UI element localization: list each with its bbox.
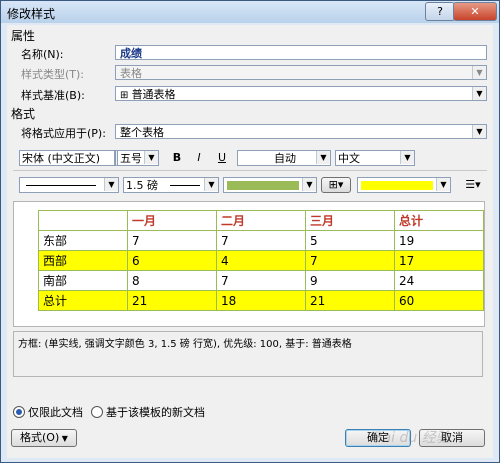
dialog-title: 修改样式 [7,7,56,21]
table-cell: 18 [215,290,306,311]
table-cell: 24 [393,270,485,291]
table-cell: 南部 [38,270,128,291]
line-width-select[interactable]: 1.5 磅 ▼ [123,177,219,193]
table-row: 总计 21 18 21 60 [38,290,485,311]
table-cell: 7 [215,270,306,291]
table-cell: 9 [304,270,395,291]
chevron-down-icon: ▼ [204,178,218,191]
font-select[interactable]: 宋体 (中文正文) [19,150,115,166]
table-header-cell: 一月 [126,210,217,231]
table-row: 南部 8 7 9 24 [38,270,485,291]
table-cell: 东部 [38,230,128,251]
table-cell: 4 [215,250,306,271]
only-this-document-radio[interactable] [13,406,25,418]
table-cell: 5 [304,230,395,251]
table-cell: 21 [126,290,217,311]
script-value: 中文 [338,152,360,165]
table-cell [38,210,128,231]
format-heading: 格式 [11,107,36,121]
cancel-button[interactable]: 取消 [419,429,485,447]
based-on-select[interactable]: ⊞ 普通表格 ▼ [115,86,487,101]
table-row: 东部 7 7 5 19 [38,230,485,251]
new-documents-radio[interactable] [91,406,103,418]
new-documents-label: 基于该模板的新文档 [106,406,205,419]
italic-button[interactable]: I [189,150,209,166]
font-color-select[interactable]: 自动 ▼ [237,150,331,166]
table-row: 西部 6 4 7 17 [38,250,485,271]
name-input[interactable]: 成绩 [115,45,487,60]
size-select[interactable]: 五号 ▼ [117,150,159,166]
apply-to-select[interactable]: 整个表格 ▼ [115,124,487,139]
properties-heading: 属性 [11,29,36,43]
dialog-body: 属性 名称(N): 成绩 样式类型(T): 表格 ▼ 样式基准(B): ⊞ 普通… [7,25,493,458]
chevron-down-icon: ▼ [302,178,316,191]
bold-button[interactable]: B [167,150,187,166]
format-menu-button[interactable]: 格式(O) ▼ [11,429,77,447]
table-cell: 总计 [38,290,128,311]
table-cell: 7 [126,230,217,251]
align-menu-icon: ☰▾ [465,178,481,191]
ok-button[interactable]: 确定 [345,429,411,447]
table-header-cell: 总计 [393,210,485,231]
size-value: 五号 [120,152,142,165]
chevron-down-icon: ▼ [59,434,68,443]
toolbar-separator [13,170,487,171]
table-cell: 17 [393,250,485,271]
border-color-swatch [227,181,299,190]
underline-button[interactable]: U [212,150,232,166]
preview-table: 一月 二月 三月 总计 东部 7 7 5 19 西部 6 4 7 17 南部 8… [38,210,485,311]
line-width-value: 1.5 磅 [126,179,158,192]
apply-to-value: 整个表格 [120,126,164,139]
alignment-button[interactable]: ☰▾ [459,177,487,193]
chevron-down-icon: ▼ [472,66,486,79]
font-value: 宋体 (中文正文) [22,152,101,165]
style-description: 方框: (单实线, 强调文字颜色 3, 1.5 磅 行宽), 优先级: 100,… [13,331,483,377]
border-grid-icon: ⊞▾ [328,178,344,191]
table-header-cell: 三月 [304,210,395,231]
line-style-select[interactable]: ▼ [19,177,119,193]
style-type-label: 样式类型(T): [21,68,85,81]
apply-to-label: 将格式应用于(P): [21,127,106,140]
font-color-value: 自动 [274,152,296,165]
table-cell: 19 [393,230,485,251]
close-button[interactable]: ✕ [453,2,497,21]
table-cell: 21 [304,290,395,311]
table-icon: ⊞ [120,90,132,101]
chevron-down-icon: ▼ [104,178,118,191]
chevron-down-icon: ▼ [472,87,486,100]
table-row: 一月 二月 三月 总计 [38,210,485,231]
line-width-sample [170,185,200,186]
chevron-down-icon: ▼ [472,125,486,138]
table-cell: 8 [126,270,217,291]
help-button[interactable]: ? [425,2,455,21]
shading-color-select[interactable]: ▼ [357,177,451,193]
table-cell: 6 [126,250,217,271]
borders-button[interactable]: ⊞▾ [321,177,351,193]
chevron-down-icon: ▼ [144,151,158,164]
border-color-select[interactable]: ▼ [223,177,317,193]
table-cell: 60 [393,290,485,311]
format-button-label: 格式(O) [20,431,60,444]
modify-style-dialog: 修改样式 ? ✕ 属性 名称(N): 成绩 样式类型(T): 表格 ▼ 样式基准… [0,0,500,463]
style-type-select[interactable]: 表格 ▼ [115,65,487,80]
name-label: 名称(N): [21,48,64,61]
chevron-down-icon: ▼ [400,151,414,164]
shading-color-swatch [361,181,433,190]
only-this-document-label: 仅限此文档 [28,406,83,419]
script-select[interactable]: 中文 ▼ [335,150,415,166]
title-bar: 修改样式 ? ✕ [1,1,499,23]
table-cell: 7 [215,230,306,251]
table-cell: 西部 [38,250,128,271]
style-type-value: 表格 [120,67,142,80]
line-style-sample [26,185,96,186]
table-header-cell: 二月 [215,210,306,231]
style-preview: 一月 二月 三月 总计 东部 7 7 5 19 西部 6 4 7 17 南部 8… [13,201,485,327]
table-cell: 7 [304,250,395,271]
based-on-label: 样式基准(B): [21,89,85,102]
chevron-down-icon: ▼ [316,151,330,164]
based-on-value: 普通表格 [131,88,176,101]
chevron-down-icon: ▼ [436,178,450,191]
